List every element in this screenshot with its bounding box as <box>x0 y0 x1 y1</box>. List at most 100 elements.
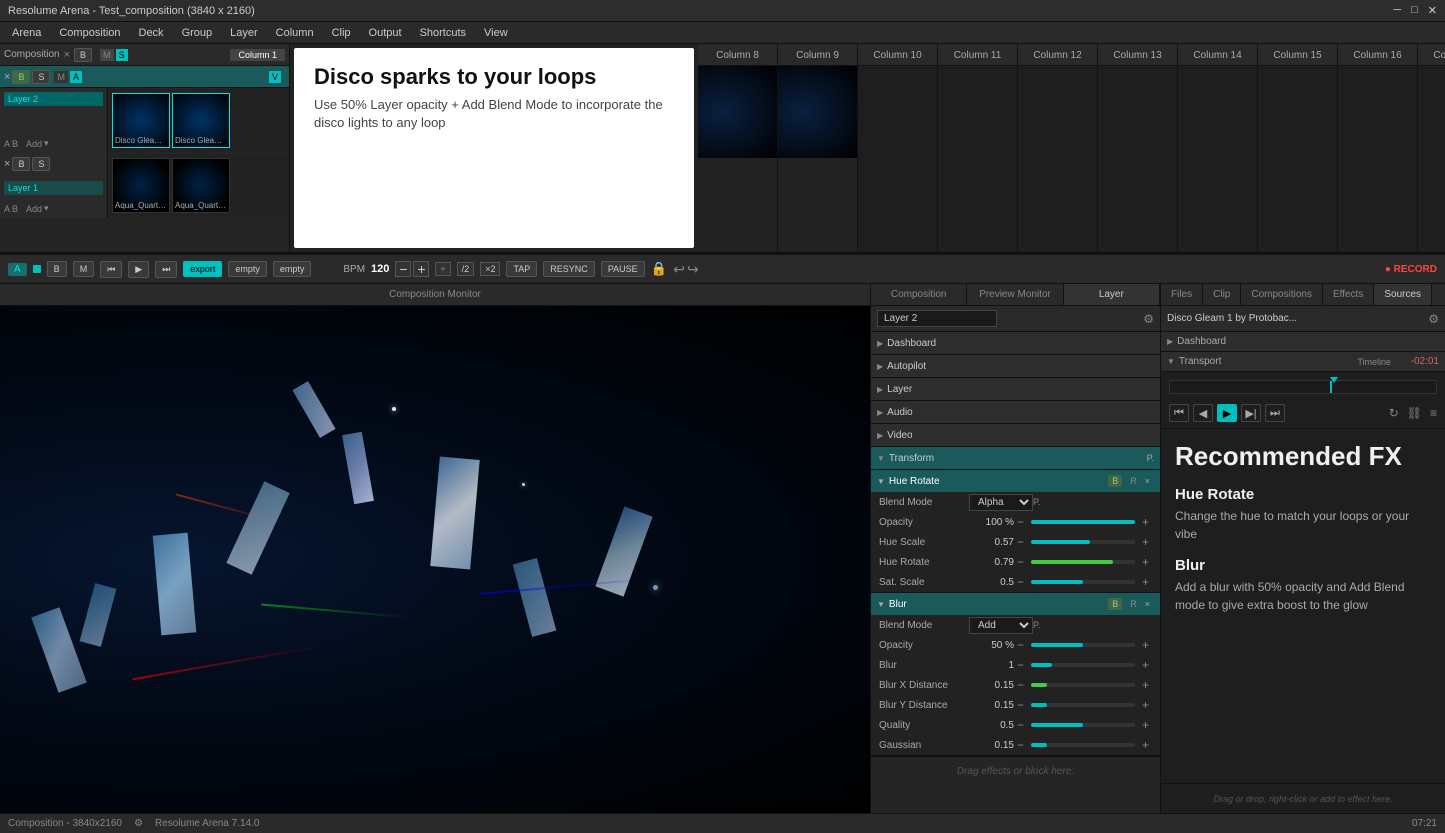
menu-shortcuts[interactable]: Shortcuts <box>412 25 474 41</box>
bpm-plus1-button[interactable]: + <box>435 262 450 276</box>
tab-layer[interactable]: Layer <box>1064 284 1160 305</box>
layer2-clip1[interactable]: Disco Gleam 1 by ... <box>112 93 170 148</box>
blur-b-button[interactable]: B <box>1108 598 1122 610</box>
layer-select-input[interactable] <box>877 310 997 327</box>
blur-quality-slider[interactable] <box>1031 723 1135 727</box>
m-track-button[interactable]: M <box>73 261 95 277</box>
layer1-clip2[interactable]: Aqua_Quartz_by... <box>172 158 230 213</box>
col-header-8[interactable]: Column 8 <box>698 44 778 66</box>
layer-gear-button[interactable]: ⚙ <box>1143 312 1154 326</box>
blur-y-minus[interactable]: − <box>1014 698 1027 712</box>
tab-files[interactable]: Files <box>1161 284 1203 305</box>
chain-icon[interactable]: ⛓ <box>1407 406 1422 420</box>
col-header-13[interactable]: Column 13 <box>1098 44 1178 66</box>
skip-start-button[interactable]: ⏮ <box>1169 404 1189 422</box>
undo-button[interactable]: ↩ <box>673 261 685 278</box>
blur-gaussian-minus[interactable]: − <box>1014 738 1027 752</box>
section-dashboard-header[interactable]: ▶ Dashboard <box>871 332 1160 354</box>
blur-gaussian-plus[interactable]: + <box>1139 738 1152 752</box>
b-track-button[interactable]: B <box>47 261 67 277</box>
blur-amount-plus[interactable]: + <box>1139 658 1152 672</box>
maximize-button[interactable]: □ <box>1411 4 1418 17</box>
section-video-header[interactable]: ▶ Video <box>871 424 1160 446</box>
section-layer-header[interactable]: ▶ Layer <box>871 378 1160 400</box>
tab-sources[interactable]: Sources <box>1374 284 1432 305</box>
menu-group[interactable]: Group <box>174 25 221 41</box>
menu-clip[interactable]: Clip <box>324 25 359 41</box>
resync-button[interactable]: RESYNC <box>543 261 595 277</box>
blur-x-plus[interactable]: + <box>1139 678 1152 692</box>
composition-b-button[interactable]: B <box>74 48 92 62</box>
empty1-button[interactable]: empty <box>228 261 267 277</box>
lock-button[interactable]: 🔒 <box>651 261 668 277</box>
files-dashboard-header[interactable]: ▶ Dashboard <box>1161 332 1445 352</box>
section-transform-header[interactable]: ▼ Transform P. <box>871 447 1160 469</box>
hue-opacity-plus[interactable]: + <box>1139 515 1152 529</box>
layer1-close-button[interactable]: × <box>4 158 10 170</box>
tab-preview-monitor[interactable]: Preview Monitor <box>967 284 1063 305</box>
bpm-double-button[interactable]: ×2 <box>480 262 500 276</box>
col-header-12[interactable]: Column 12 <box>1018 44 1098 66</box>
loop-icon[interactable]: ↻ <box>1389 406 1399 420</box>
col-header-10[interactable]: Column 10 <box>858 44 938 66</box>
sat-scale-slider[interactable] <box>1031 580 1135 584</box>
hue-rotate-slider[interactable] <box>1031 560 1135 564</box>
close-button[interactable]: ✕ <box>1428 4 1437 17</box>
bpm-minus-button[interactable]: − <box>395 261 411 277</box>
step-fwd-button[interactable]: ▶| <box>1241 404 1261 422</box>
col-header-14[interactable]: Column 14 <box>1178 44 1258 66</box>
menu-arena[interactable]: Arena <box>4 25 49 41</box>
menu-deck[interactable]: Deck <box>131 25 172 41</box>
blur-gaussian-slider[interactable] <box>1031 743 1135 747</box>
pause-button[interactable]: PAUSE <box>601 261 645 277</box>
col8-clip-thumb[interactable] <box>698 66 777 159</box>
blur-amount-minus[interactable]: − <box>1014 658 1027 672</box>
empty2-button[interactable]: empty <box>273 261 312 277</box>
files-gear-button[interactable]: ⚙ <box>1428 312 1439 326</box>
blur-x-slider[interactable] <box>1031 683 1135 687</box>
col-header-15[interactable]: Column 15 <box>1258 44 1338 66</box>
blur-quality-plus[interactable]: + <box>1139 718 1152 732</box>
col-header-17[interactable]: Column 17 <box>1418 44 1445 66</box>
tab-compositions[interactable]: Compositions <box>1241 284 1323 305</box>
section-autopilot-header[interactable]: ▶ Autopilot <box>871 355 1160 377</box>
export-button[interactable]: export <box>183 261 222 277</box>
redo-button[interactable]: ↪ <box>687 261 699 278</box>
color-swatch[interactable] <box>33 265 41 273</box>
hue-rotate-minus[interactable]: − <box>1014 555 1027 569</box>
hue-opacity-slider[interactable] <box>1031 520 1135 524</box>
settings-icon[interactable]: ≡ <box>1430 406 1437 420</box>
blur-opacity-minus[interactable]: − <box>1014 638 1027 652</box>
blur-quality-minus[interactable]: − <box>1014 718 1027 732</box>
timeline-bar[interactable] <box>1169 380 1437 394</box>
tap-button[interactable]: TAP <box>506 261 537 277</box>
col-header-9[interactable]: Column 9 <box>778 44 858 66</box>
layer2-clip2[interactable]: Disco Gleam 1 by ... <box>172 93 230 148</box>
menu-view[interactable]: View <box>476 25 516 41</box>
hue-scale-slider[interactable] <box>1031 540 1135 544</box>
tab-effects[interactable]: Effects <box>1323 284 1374 305</box>
hue-blend-mode-select[interactable]: Alpha Add Multiply <box>969 494 1033 511</box>
sat-scale-plus[interactable]: + <box>1139 575 1152 589</box>
sat-scale-minus[interactable]: − <box>1014 575 1027 589</box>
col-header-11[interactable]: Column 11 <box>938 44 1018 66</box>
skip-next-button[interactable]: ⏭ <box>155 261 177 278</box>
hue-scale-plus[interactable]: + <box>1139 535 1152 549</box>
play-button[interactable]: ▶ <box>128 261 149 278</box>
blur-amount-slider[interactable] <box>1031 663 1135 667</box>
blur-blend-mode-select[interactable]: Add Alpha Multiply <box>969 617 1033 634</box>
menu-composition[interactable]: Composition <box>51 25 128 41</box>
blur-y-plus[interactable]: + <box>1139 698 1152 712</box>
col9-clip-thumb[interactable] <box>778 66 857 159</box>
minimize-button[interactable]: ─ <box>1393 4 1401 17</box>
blur-x-minus[interactable]: − <box>1014 678 1027 692</box>
skip-end-button[interactable]: ⏭ <box>1265 404 1285 422</box>
bpm-plus-button[interactable]: + <box>413 261 429 277</box>
blur-r-button[interactable]: R <box>1126 598 1141 610</box>
section-audio-header[interactable]: ▶ Audio <box>871 401 1160 423</box>
layer2-s-button[interactable]: S <box>32 70 50 84</box>
status-settings-button[interactable]: ⚙ <box>134 818 143 829</box>
composition-close-button[interactable]: × <box>64 49 70 61</box>
menu-column[interactable]: Column <box>268 25 322 41</box>
hue-opacity-minus[interactable]: − <box>1014 515 1027 529</box>
